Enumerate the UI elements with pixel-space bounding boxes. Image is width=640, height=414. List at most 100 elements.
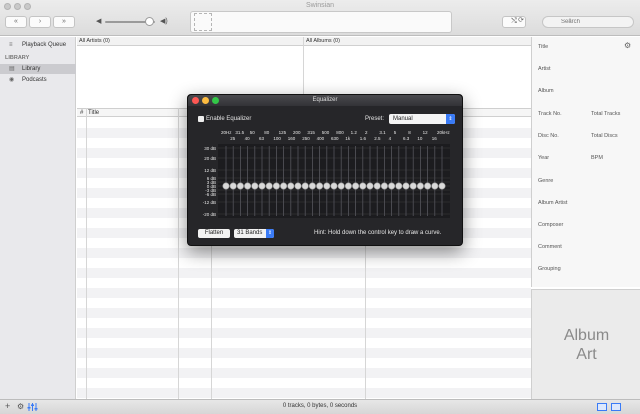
band-slider-knob[interactable] <box>265 182 273 190</box>
frequency-label: 2.5 <box>374 136 381 141</box>
frequency-label: 400 <box>316 136 325 141</box>
band-slider-knob[interactable] <box>424 182 432 190</box>
equalizer-graph[interactable] <box>218 144 450 218</box>
equalizer-title: Equalizer <box>188 95 462 106</box>
frequency-label: 80 <box>264 130 270 135</box>
band-slider-knob[interactable] <box>352 182 360 190</box>
band-slider-knob[interactable] <box>330 182 338 190</box>
band-slider-knob[interactable] <box>244 182 252 190</box>
play-button[interactable]: › <box>29 16 51 28</box>
library-icon: ▤ <box>9 66 15 72</box>
band-slider-knob[interactable] <box>431 182 439 190</box>
column-divider <box>178 108 179 399</box>
band-slider-knob[interactable] <box>359 182 367 190</box>
db-label: -6 dB <box>205 191 216 197</box>
band-slider-knob[interactable] <box>395 182 403 190</box>
band-slider-knob[interactable] <box>294 182 302 190</box>
band-slider-knob[interactable] <box>409 182 417 190</box>
view-list-icon[interactable] <box>597 403 607 411</box>
sidebar-item-label: Playback Queue <box>22 42 67 48</box>
db-label: 20 dB <box>204 155 216 161</box>
repeat-button[interactable]: ⟳ <box>512 16 530 28</box>
preset-select[interactable]: Manual ⇕ <box>389 114 455 124</box>
band-slider-knob[interactable] <box>337 182 345 190</box>
column-divider <box>86 108 87 399</box>
artists-column-header[interactable]: All Artists (0) <box>77 37 303 46</box>
band-slider-knob[interactable] <box>229 182 237 190</box>
column-header-number[interactable]: # <box>80 109 83 117</box>
volume-slider-knob[interactable] <box>144 17 154 26</box>
equalizer-window: Equalizer Enable Equalizer Preset: Manua… <box>187 94 463 246</box>
window-title: Swinsian <box>305 2 334 9</box>
frequency-label: 1.6 <box>359 136 367 141</box>
frequency-label: 50 <box>249 130 255 135</box>
band-slider-knob[interactable] <box>272 182 280 190</box>
band-slider-knob[interactable] <box>280 182 288 190</box>
band-slider-knob[interactable] <box>236 182 244 190</box>
band-slider-knob[interactable] <box>287 182 295 190</box>
view-columns-icon[interactable] <box>611 403 621 411</box>
enable-equalizer-checkbox[interactable] <box>198 116 204 122</box>
sidebar-item-label: Library <box>22 66 41 72</box>
zoom-window-icon[interactable] <box>212 97 219 104</box>
sidebar-item-library[interactable]: ▤ Library <box>0 64 76 74</box>
gear-icon[interactable]: ⚙ <box>624 41 631 50</box>
now-playing-artwork <box>194 13 212 31</box>
band-slider-knob[interactable] <box>344 182 352 190</box>
list-icon: ≡ <box>9 42 13 48</box>
next-button[interactable]: » <box>53 16 75 28</box>
db-label: -12 dB <box>202 199 216 205</box>
volume-low-icon: ◀ <box>96 18 102 25</box>
flatten-button[interactable]: Flatten <box>198 229 230 238</box>
field-label-genre: Genre <box>538 178 554 184</box>
info-panel: ⚙ Title Artist Album Track No. Total Tra… <box>531 37 640 287</box>
frequency-label: 1.2 <box>350 130 357 135</box>
search-icon: ⌕ <box>568 17 572 24</box>
band-slider-knob[interactable] <box>438 182 446 190</box>
frequency-label: 200 <box>293 130 301 135</box>
frequency-label: 20Hz <box>221 130 232 135</box>
bands-select[interactable]: 31 Bands ⇕ <box>234 229 274 238</box>
sidebar-item-playback-queue[interactable]: ≡ Playback Queue <box>0 40 76 50</box>
band-slider-knob[interactable] <box>380 182 388 190</box>
close-window-icon[interactable] <box>192 97 199 104</box>
column-header-title[interactable]: Title <box>88 109 99 117</box>
field-label-disc-no: Disc No. <box>538 133 559 139</box>
album-art-panel[interactable]: Album Art <box>531 289 640 399</box>
band-slider-knob[interactable] <box>416 182 424 190</box>
band-slider-knob[interactable] <box>323 182 331 190</box>
podcast-icon: ◉ <box>9 77 15 83</box>
band-slider-knob[interactable] <box>388 182 396 190</box>
band-slider-knob[interactable] <box>402 182 410 190</box>
sidebar-item-podcasts[interactable]: ◉ Podcasts <box>0 75 76 85</box>
frequency-label: 8 <box>408 130 411 135</box>
field-label-comment: Comment <box>538 244 562 250</box>
frequency-label: 500 <box>321 130 330 135</box>
band-slider-knob[interactable] <box>258 182 266 190</box>
field-label-artist: Artist <box>538 66 551 72</box>
band-slider-knob[interactable] <box>308 182 316 190</box>
hint-text: Hint: Hold down the control key to draw … <box>314 230 442 236</box>
status-text: 0 tracks, 0 bytes, 0 seconds <box>282 403 358 409</box>
band-slider-knob[interactable] <box>301 182 309 190</box>
band-slider-knob[interactable] <box>222 182 230 190</box>
frequency-label: 2 <box>365 130 368 135</box>
field-label-total-discs: Total Discs <box>591 133 618 139</box>
frequency-label: 31.5 <box>235 130 245 135</box>
frequency-label: 4 <box>388 136 392 141</box>
frequency-label: 160 <box>287 136 296 141</box>
minimize-window-icon[interactable] <box>202 97 209 104</box>
band-slider-knob[interactable] <box>373 182 381 190</box>
field-label-grouping: Grouping <box>538 266 561 272</box>
albums-column-header[interactable]: All Albums (0) <box>304 37 531 46</box>
search-input[interactable] <box>542 16 634 28</box>
frequency-label: 10 <box>417 136 423 141</box>
frequency-label: 125 <box>278 130 287 135</box>
band-slider-knob[interactable] <box>316 182 324 190</box>
frequency-label: 100 <box>273 136 281 141</box>
band-slider-knob[interactable] <box>366 182 374 190</box>
field-label-year: Year <box>538 155 550 161</box>
frequency-label: 1k <box>345 136 351 141</box>
band-slider-knob[interactable] <box>251 182 259 190</box>
previous-button[interactable]: « <box>5 16 27 28</box>
